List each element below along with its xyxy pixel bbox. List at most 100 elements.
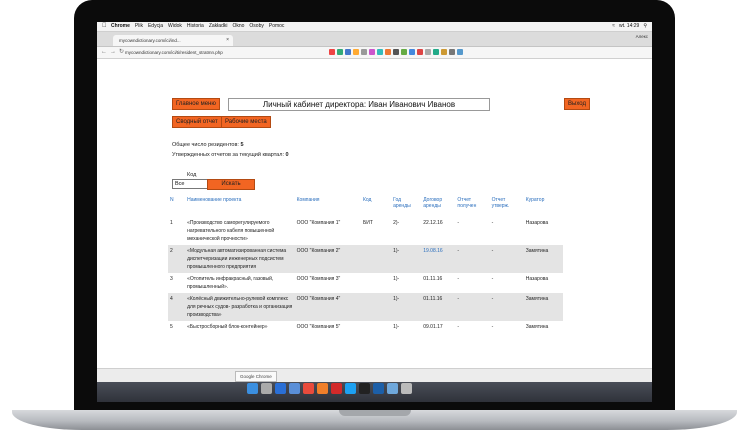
table-row: 2 «Модульная автоматизированная система д… <box>168 245 563 273</box>
menubar-item[interactable]: Osoby <box>249 22 263 31</box>
menubar-item[interactable]: Zakładki <box>209 22 228 31</box>
code-select[interactable]: Все <box>172 179 208 189</box>
nav-buttons: ← → ↻ <box>101 47 124 58</box>
trash-icon[interactable] <box>401 383 412 394</box>
menubar-item[interactable]: Chrome <box>111 22 130 31</box>
cell-received: - <box>455 217 490 245</box>
workplaces-button[interactable]: Рабочие места <box>221 116 271 128</box>
extension-icon[interactable] <box>345 49 351 55</box>
url-field[interactable]: mycowndictionary.com/ici/ti/resident_str… <box>125 49 325 56</box>
forward-icon[interactable]: → <box>110 47 116 58</box>
menubar-item[interactable]: Widok <box>168 22 182 31</box>
cell-curator: Замятина <box>523 321 563 333</box>
summary-report-button[interactable]: Сводный отчет <box>172 116 222 128</box>
table-row: 1 «Производство саморегулируемого нагрева… <box>168 217 563 245</box>
opera-icon[interactable] <box>331 383 342 394</box>
cell-n: 2 <box>168 245 186 273</box>
wifi-icon[interactable]: ≈ <box>612 22 615 31</box>
cell-approved: - <box>489 321 524 333</box>
extension-icon[interactable] <box>433 49 439 55</box>
extension-icon[interactable] <box>393 49 399 55</box>
back-icon[interactable]: ← <box>101 47 107 58</box>
menubar-status: ≈ wt. 14:29 ⚲ <box>612 22 647 31</box>
menubar-item[interactable]: Plik <box>135 22 143 31</box>
cell-contract[interactable]: 19.08.16 <box>421 245 456 273</box>
folder-icon[interactable] <box>387 383 398 394</box>
table-row: 4 «Колёсный движительно-рулевой комплекс … <box>168 293 563 321</box>
cell-code: БИТ <box>360 217 392 245</box>
extension-icon[interactable] <box>409 49 415 55</box>
menubar-item[interactable]: Historia <box>187 22 204 31</box>
cell-year: 1)- <box>391 293 422 321</box>
cell-approved: - <box>489 273 524 293</box>
cell-year: 1)- <box>391 273 422 293</box>
terminal-icon[interactable] <box>359 383 370 394</box>
clock[interactable]: wt. 14:29 <box>619 22 639 31</box>
photoshop-icon[interactable] <box>373 383 384 394</box>
column-header[interactable]: Наименование проекта <box>185 195 295 217</box>
column-header[interactable]: N <box>168 195 185 217</box>
column-header[interactable]: Куратор <box>524 195 563 217</box>
cell-company: ООО "Компания 1" <box>294 217 361 245</box>
menubar-item[interactable]: Okno <box>232 22 244 31</box>
extension-icon[interactable] <box>369 49 375 55</box>
cell-received: - <box>455 293 490 321</box>
cell-year: 1)- <box>391 321 422 333</box>
extension-icon[interactable] <box>425 49 431 55</box>
extension-icon[interactable] <box>337 49 343 55</box>
extension-icon[interactable] <box>449 49 455 55</box>
cell-n: 5 <box>168 321 186 333</box>
extension-icon[interactable] <box>329 49 335 55</box>
cell-code <box>360 293 392 321</box>
menubar-item[interactable]: Edycja <box>148 22 163 31</box>
browser-tab[interactable]: mycowndictionary.com/ici/ind... × <box>113 35 233 46</box>
tab-title: mycowndictionary.com/ici/ind... <box>119 38 181 43</box>
reload-icon[interactable]: ↻ <box>119 47 124 58</box>
cell-n: 3 <box>168 273 186 293</box>
extension-icon[interactable] <box>441 49 447 55</box>
extension-icon[interactable] <box>417 49 423 55</box>
profile-name[interactable]: Алекс <box>636 34 648 39</box>
cell-company: ООО "Компания 3" <box>294 273 361 293</box>
main-menu-button[interactable]: Главное меню <box>172 98 220 110</box>
column-header[interactable]: Код <box>361 195 391 217</box>
cell-curator: Замятина <box>523 245 563 273</box>
extension-icon[interactable] <box>361 49 367 55</box>
skype-icon[interactable] <box>345 383 356 394</box>
apple-icon[interactable]:  <box>102 22 107 31</box>
column-header[interactable]: Компания <box>295 195 361 217</box>
mail-icon[interactable] <box>289 383 300 394</box>
column-header[interactable]: Договор аренды <box>421 195 455 217</box>
logout-button[interactable]: Выход <box>564 98 590 110</box>
extension-icons <box>329 49 463 55</box>
cell-code <box>360 245 392 273</box>
search-button[interactable]: Искать <box>207 179 255 190</box>
column-header[interactable]: Год аренды <box>391 195 421 217</box>
close-tab-icon[interactable]: × <box>226 35 229 46</box>
cell-company: ООО "Компания 4" <box>294 293 361 321</box>
cell-project: «Производство саморегулируемого нагреват… <box>185 217 295 245</box>
launchpad-icon[interactable] <box>261 383 272 394</box>
safari-icon[interactable] <box>275 383 286 394</box>
extension-icon[interactable] <box>401 49 407 55</box>
page-title: Личный кабинет директора: Иван Иванович … <box>228 98 490 111</box>
extension-icon[interactable] <box>385 49 391 55</box>
column-header[interactable]: Отчет утверж. <box>490 195 524 217</box>
extension-icon[interactable] <box>457 49 463 55</box>
residents-count: Общее число резидентов: 5 <box>172 142 244 148</box>
cell-project: «Модульная автоматизированная система ди… <box>185 245 295 273</box>
extension-icon[interactable] <box>353 49 359 55</box>
chrome-icon[interactable] <box>303 383 314 394</box>
cell-approved: - <box>489 293 524 321</box>
column-header[interactable]: Отчет получен <box>455 195 489 217</box>
finder-icon[interactable] <box>247 383 258 394</box>
download-item[interactable]: Google Chrome <box>235 371 277 382</box>
cell-project: «Отопитель инфракрасный, газовый, промыш… <box>185 273 295 293</box>
search-icon[interactable]: ⚲ <box>643 22 647 31</box>
cell-contract: 01.11.16 <box>421 293 456 321</box>
cell-project: «Колёсный движительно-рулевой комплекс д… <box>185 293 295 321</box>
menubar-item[interactable]: Pomoc <box>269 22 285 31</box>
firefox-icon[interactable] <box>317 383 328 394</box>
extension-icon[interactable] <box>377 49 383 55</box>
web-page: Главное меню Личный кабинет директора: И… <box>97 59 652 368</box>
